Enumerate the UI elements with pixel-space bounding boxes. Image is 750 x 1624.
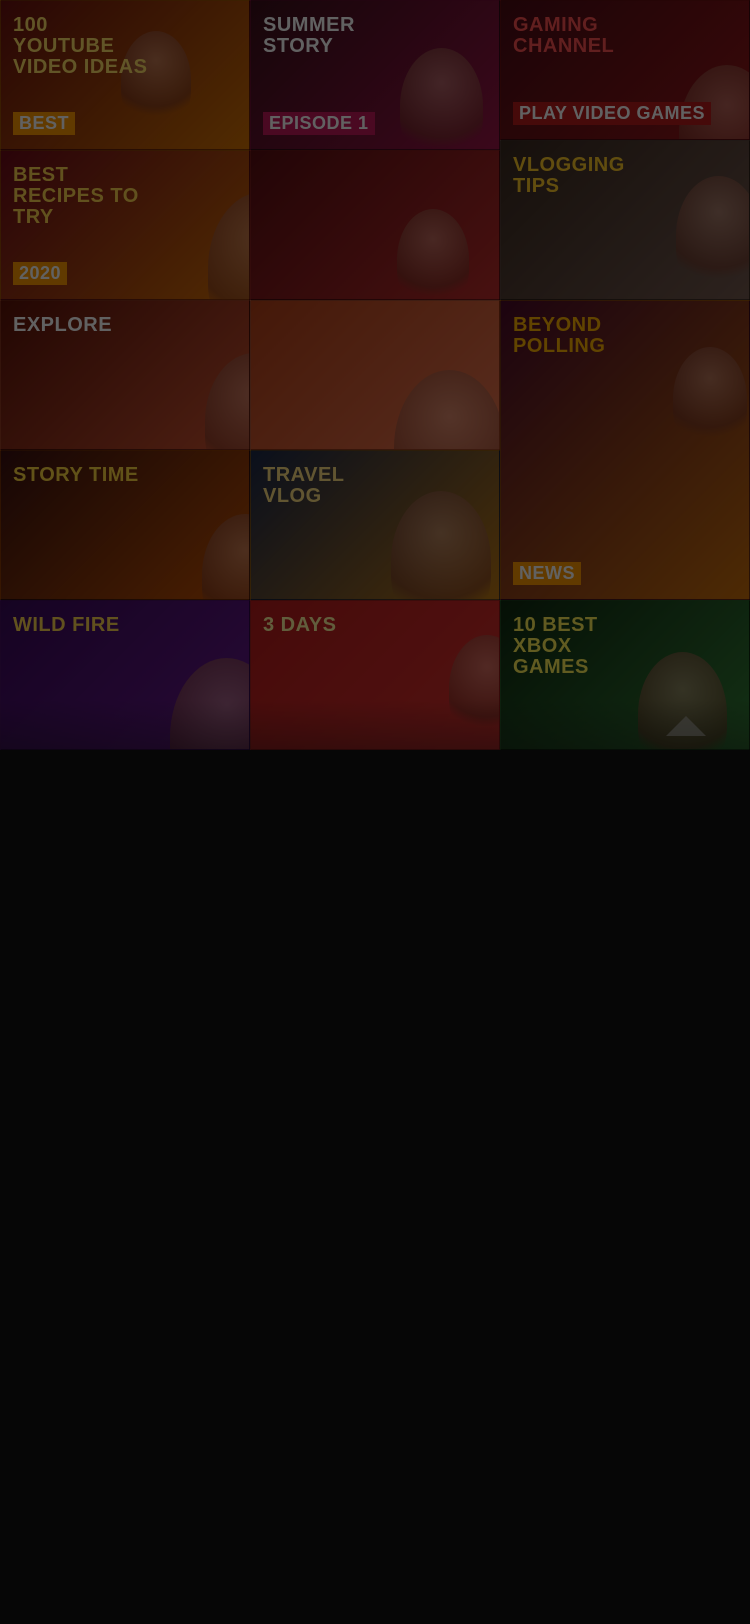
- modal-dim-overlay[interactable]: [0, 0, 750, 1624]
- chevron-up-icon[interactable]: [658, 710, 714, 740]
